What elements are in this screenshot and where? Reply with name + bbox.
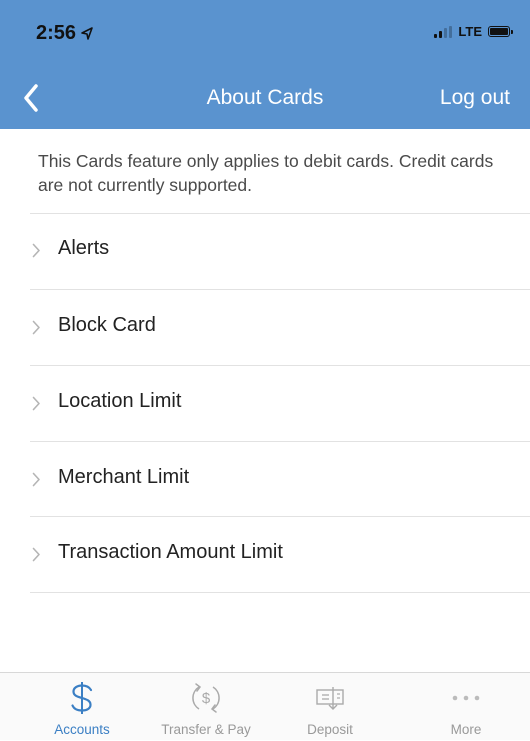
chevron-right-icon: [32, 243, 40, 258]
list-item-label: Location Limit: [58, 390, 182, 412]
battery-icon: [488, 26, 513, 37]
tab-bar: Accounts $ Transfer & Pay Deposit More: [0, 672, 530, 740]
list-item-block-card[interactable]: Block Card: [0, 290, 530, 366]
chevron-right-icon: [32, 320, 40, 335]
info-message: This Cards feature only applies to debit…: [38, 151, 494, 195]
list-item-alerts[interactable]: Alerts: [0, 213, 530, 289]
nav-bar: About Cards Log out: [0, 72, 530, 124]
list-item-label: Merchant Limit: [58, 466, 190, 488]
tab-transfer-pay[interactable]: $ Transfer & Pay: [141, 673, 271, 741]
list-item-label: Alerts: [58, 237, 110, 259]
tab-label: Accounts: [54, 722, 110, 737]
list-item-merchant-limit[interactable]: Merchant Limit: [0, 442, 530, 518]
signal-icon: [434, 25, 453, 38]
status-bar: 2:56 LTE: [0, 0, 530, 66]
check-deposit-icon: [316, 687, 344, 710]
status-time: 2:56: [36, 22, 94, 45]
tab-label: More: [450, 722, 482, 737]
tab-label: Transfer & Pay: [161, 722, 251, 737]
chevron-right-icon: [32, 472, 40, 487]
tab-accounts[interactable]: Accounts: [17, 673, 147, 741]
logout-button[interactable]: Log out: [440, 86, 510, 110]
status-time-text: 2:56: [36, 22, 77, 44]
transfer-icon: $: [192, 683, 220, 713]
more-dots-icon: [452, 695, 480, 701]
tab-deposit[interactable]: Deposit: [265, 673, 395, 741]
tab-more[interactable]: More: [401, 673, 530, 741]
list-item-label: Block Card: [58, 314, 156, 336]
svg-text:$: $: [202, 690, 211, 707]
app-header: 2:56 LTE About Cards Log out: [0, 0, 530, 129]
divider: [30, 592, 530, 593]
list-item-label: Transaction Amount Limit: [58, 541, 283, 563]
location-arrow-icon: [81, 26, 93, 40]
chevron-right-icon: [32, 547, 40, 562]
tab-label: Deposit: [307, 722, 353, 737]
network-label: LTE: [458, 24, 482, 39]
list-item-location-limit[interactable]: Location Limit: [0, 366, 530, 442]
status-indicators: LTE: [434, 24, 513, 39]
chevron-right-icon: [32, 396, 40, 411]
dollar-icon: [71, 682, 93, 714]
list-item-transaction-amount-limit[interactable]: Transaction Amount Limit: [0, 517, 530, 593]
